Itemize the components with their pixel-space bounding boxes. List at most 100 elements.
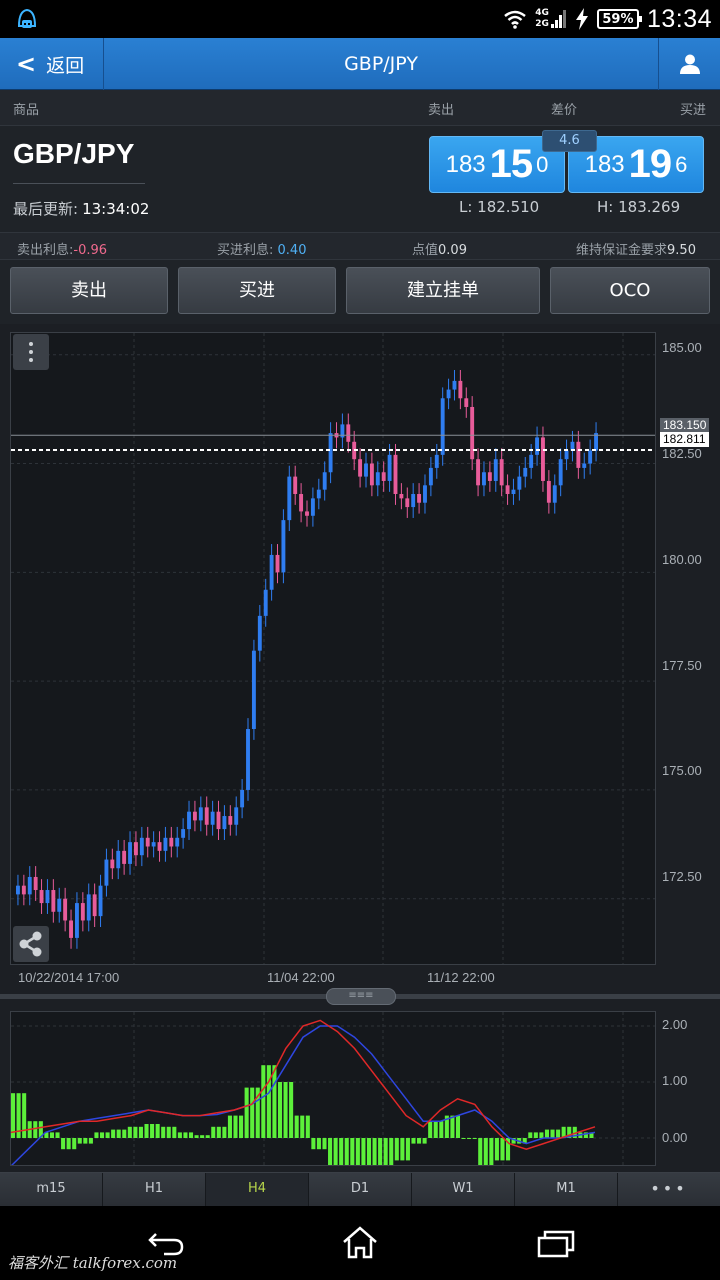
buy-interest-value: 0.40 (277, 243, 307, 258)
candle-body (175, 837, 180, 847)
price-chart[interactable] (10, 332, 656, 965)
histogram-bar (533, 1132, 538, 1138)
histogram-bar (127, 1126, 132, 1138)
candle-body (169, 837, 174, 847)
candle-body (476, 459, 481, 486)
histogram-bar (66, 1138, 71, 1150)
quote-panel: GBP/JPY 最后更新: 13:34:02 4.6 183 15 0 183 1… (0, 126, 720, 232)
instrument-info-bar: 卖出利息:-0.96 买进利息: 0.40 点值0.09 维持保证金要求9.50 (0, 232, 720, 260)
spread-badge: 4.6 (542, 130, 597, 152)
tf-more[interactable]: ••• (618, 1173, 720, 1206)
back-button[interactable]: < 返回 (0, 38, 104, 90)
tf-m1[interactable]: M1 (515, 1173, 618, 1206)
histogram-bar (49, 1132, 54, 1138)
y-tick-185: 185.00 (662, 340, 702, 355)
histogram-bar (389, 1138, 394, 1172)
histogram-bar (544, 1129, 550, 1138)
histogram-bar (355, 1138, 360, 1172)
candle-body (299, 494, 304, 512)
candle-body (51, 890, 56, 912)
buy-price-prefix: 183 (584, 150, 625, 178)
tf-m15[interactable]: m15 (0, 1173, 103, 1206)
sell-button[interactable]: 卖出 (10, 267, 168, 314)
home-nav-icon[interactable] (336, 1224, 384, 1260)
candle-body (45, 890, 50, 904)
candle-body (69, 920, 73, 938)
candle-body (423, 485, 427, 503)
candle-body (434, 454, 439, 468)
histogram-bar (467, 1138, 472, 1139)
candle-body (234, 807, 239, 825)
candle-body (358, 459, 363, 477)
histogram-bar (394, 1138, 399, 1161)
x-tick-2: 11/04 22:00 (267, 970, 335, 985)
pip-value-number: 0.09 (438, 243, 467, 258)
last-updated-label: 最后更新: (13, 200, 79, 218)
histogram-bar (422, 1138, 427, 1144)
candle-body (263, 589, 268, 616)
candle-body (399, 494, 404, 499)
histogram-bar (322, 1138, 327, 1150)
histogram-bar (372, 1138, 377, 1178)
tf-h1[interactable]: H1 (103, 1173, 206, 1206)
histogram-bar (472, 1138, 477, 1139)
candle-body (452, 380, 457, 390)
histogram-bar (261, 1065, 266, 1138)
histogram-bar (272, 1065, 277, 1138)
histogram-bar (400, 1138, 405, 1161)
x-tick-1: 10/22/2014 17:00 (18, 970, 120, 985)
wifi-icon (504, 10, 527, 29)
tf-w1[interactable]: W1 (412, 1173, 515, 1206)
ind-y-tick-0: 0.00 (662, 1130, 688, 1145)
chart-menu-button[interactable] (13, 334, 49, 370)
y-tick-175: 175.00 (662, 763, 702, 778)
tf-h4[interactable]: H4 (206, 1173, 309, 1206)
quote-column-header: 商品 卖出 差价 买进 (0, 90, 720, 126)
candle-body (240, 789, 245, 808)
candlestick-chart-svg (11, 333, 655, 964)
tf-d1[interactable]: D1 (309, 1173, 412, 1206)
resize-handle[interactable]: ≡≡≡ (326, 988, 396, 1005)
histogram-bar (155, 1124, 160, 1138)
sell-interest-label: 卖出利息: (17, 243, 74, 258)
candle-body (381, 472, 386, 481)
current-sell-price-tag: 183.150 (660, 418, 710, 433)
histogram-bar (239, 1115, 244, 1138)
profile-button[interactable] (658, 38, 720, 90)
symbol-name: GBP/JPY (13, 138, 135, 169)
pending-order-button[interactable]: 建立挂单 (346, 267, 540, 314)
histogram-bar (450, 1115, 455, 1138)
candle-body (564, 450, 569, 460)
candle-body (364, 463, 368, 477)
dot (29, 358, 33, 362)
candle-body (27, 876, 32, 895)
candle-body (275, 554, 280, 573)
histogram-bar (556, 1129, 561, 1138)
histogram-bar (172, 1126, 177, 1138)
indicator-panel[interactable] (10, 1011, 656, 1178)
candle-body (558, 459, 563, 486)
recent-apps-nav-icon[interactable] (531, 1224, 579, 1260)
histogram-bar (99, 1132, 105, 1138)
histogram-bar (61, 1138, 66, 1150)
histogram-bar (411, 1138, 416, 1144)
buy-price-last: 6 (675, 151, 688, 177)
histogram-bar (266, 1065, 271, 1138)
share-icon (19, 931, 42, 957)
action-bar: 卖出 买进 建立挂单 OCO (0, 260, 720, 324)
histogram-bar (478, 1138, 483, 1166)
oco-button[interactable]: OCO (550, 267, 710, 314)
dot (29, 350, 33, 354)
histogram-bar (417, 1138, 422, 1144)
histogram-bar (111, 1129, 116, 1138)
share-button[interactable] (13, 926, 49, 962)
histogram-bar (205, 1135, 210, 1138)
candle-body (246, 729, 250, 790)
chevron-left-icon: < (16, 50, 37, 78)
buy-button[interactable]: 买进 (178, 267, 336, 314)
candle-body (80, 903, 85, 921)
histogram-bar (83, 1138, 88, 1144)
candle-body (57, 898, 62, 912)
histogram-bar (105, 1132, 110, 1138)
candle-body (116, 850, 121, 869)
